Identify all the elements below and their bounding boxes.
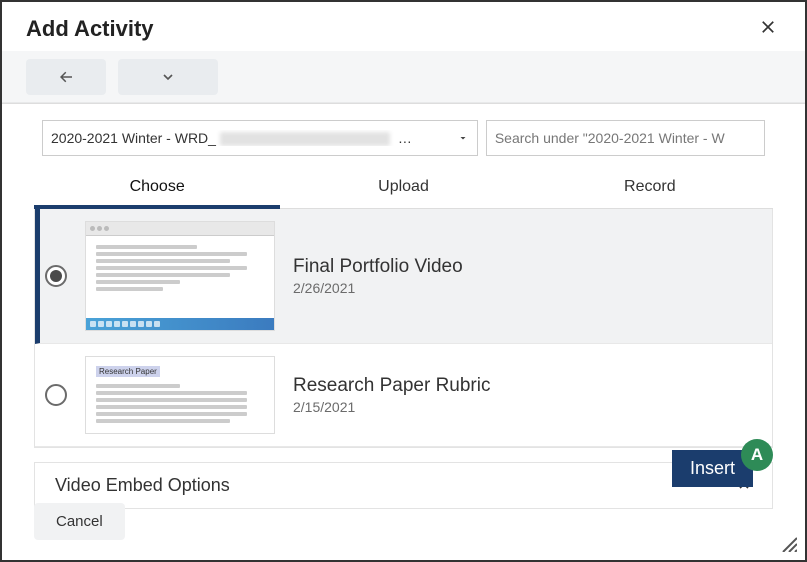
dropdown-caret [443,132,469,144]
video-thumbnail: Research Paper [85,356,275,434]
video-thumbnail [85,221,275,331]
search-input[interactable] [486,120,765,156]
triangle-down-icon [457,132,469,144]
item-title: Research Paper Rubric [293,375,756,397]
list-item-text: Final Portfolio Video 2/26/2021 [293,256,756,296]
list-item[interactable]: Research Paper Research Paper Rubric 2/1… [35,344,772,447]
redacted-course-text [220,132,390,146]
course-suffix: … [394,130,412,146]
radio-selected-icon[interactable] [45,265,67,287]
tab-record[interactable]: Record [527,168,773,208]
accordion-title: Video Embed Options [55,475,230,496]
close-button[interactable] [755,14,781,43]
close-icon [759,18,777,36]
dialog-header: Add Activity [2,2,805,51]
cancel-button[interactable]: Cancel [34,503,125,540]
source-tabs: Choose Upload Record [34,168,773,209]
dialog-content: 2020-2021 Winter - WRD_ … Choose Upload … [2,104,805,509]
dialog-title: Add Activity [26,16,154,42]
dialog-toolbar [2,51,805,104]
item-title: Final Portfolio Video [293,256,756,278]
filter-row: 2020-2021 Winter - WRD_ … [42,120,765,156]
insert-button-group: Insert A [672,450,773,487]
tab-choose[interactable]: Choose [34,168,280,208]
list-item[interactable]: Final Portfolio Video 2/26/2021 [35,209,772,344]
arrow-left-icon [57,68,75,86]
tab-upload[interactable]: Upload [280,168,526,208]
more-menu-button[interactable] [118,59,218,95]
course-prefix: 2020-2021 Winter - WRD_ [51,130,216,146]
video-embed-options[interactable]: Video Embed Options [34,462,773,509]
resize-icon [779,534,797,552]
item-date: 2/26/2021 [293,280,756,296]
course-select-label: 2020-2021 Winter - WRD_ … [51,130,443,146]
radio-unselected-icon[interactable] [45,384,67,406]
course-select[interactable]: 2020-2021 Winter - WRD_ … [42,120,478,156]
back-button[interactable] [26,59,106,95]
chevron-down-icon [160,69,176,85]
activity-list: Final Portfolio Video 2/26/2021 Research… [34,209,773,448]
annotation-badge: A [741,439,773,471]
list-item-text: Research Paper Rubric 2/15/2021 [293,375,756,415]
thumb-label: Research Paper [96,366,160,377]
add-activity-dialog: Add Activity 2020-2021 Winter - WRD_ … [0,0,807,562]
resize-grip[interactable] [779,534,797,552]
item-date: 2/15/2021 [293,399,756,415]
